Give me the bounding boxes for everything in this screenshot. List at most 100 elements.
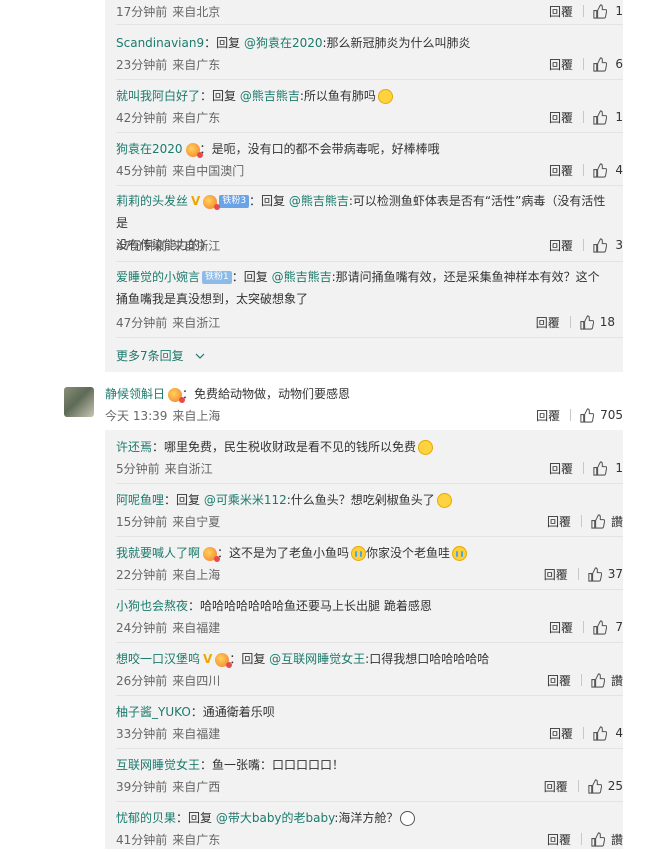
- comment-meta: 今天 13:39 来自上海: [105, 407, 220, 424]
- reply-body-cont: 你家没个老鱼哇: [366, 546, 451, 560]
- verified-v-icon: V: [191, 194, 201, 208]
- reply-button[interactable]: 回覆: [544, 778, 568, 795]
- reply-button[interactable]: 回覆: [536, 314, 560, 331]
- reply-author[interactable]: 柚子酱_YUKO: [116, 705, 191, 719]
- reply-divider: [116, 79, 623, 80]
- reply-item: 爱睡觉的小婉言 铁粉1 ：回复 @熊吉熊吉:那请问捅鱼嘴有效，还是采集鱼神样本有效？…: [116, 266, 623, 334]
- reply-author[interactable]: Scandinavian9: [116, 36, 204, 50]
- thumbs-up-icon[interactable]: [592, 109, 607, 125]
- reply-button[interactable]: 回覆: [549, 109, 573, 126]
- reply-author[interactable]: 小狗也会熬夜: [116, 599, 188, 613]
- reply-text: 阿呢鱼哩：回复 @可乘米米112:什么鱼头？想吃剁椒鱼头了: [116, 489, 616, 511]
- reply-author[interactable]: 狗袁在2020: [116, 142, 183, 156]
- reply-meta: 45分钟前 来自中国澳门: [116, 162, 244, 179]
- reply-button[interactable]: 回覆: [536, 407, 560, 424]
- mention-link[interactable]: @熊吉熊吉: [272, 270, 332, 284]
- reply-author[interactable]: 阿呢鱼哩: [116, 493, 164, 507]
- like-count: 6: [615, 57, 623, 71]
- reply-button[interactable]: 回覆: [549, 460, 573, 477]
- reply-meta: 23分钟前 来自广东: [116, 56, 220, 73]
- mention-link[interactable]: @带大baby的老baby: [216, 811, 335, 825]
- comment-author[interactable]: 静候领斛日: [105, 387, 165, 401]
- mention-link[interactable]: @可乘米米112: [204, 493, 287, 507]
- reply-actions: 回覆 讚: [547, 829, 623, 849]
- reply-button[interactable]: 回覆: [544, 566, 568, 583]
- reply-button[interactable]: 回覆: [549, 725, 573, 742]
- drool-emoji-icon: [436, 493, 452, 508]
- reply-actions: 回覆 18: [536, 312, 615, 332]
- reply-button[interactable]: 回覆: [547, 513, 571, 530]
- thumbs-up-icon[interactable]: [590, 513, 605, 529]
- mention-link[interactable]: @狗袁在2020: [244, 36, 323, 50]
- thumbs-up-icon[interactable]: [592, 725, 607, 741]
- comment-location: 来自上海: [172, 409, 221, 423]
- reply-author[interactable]: 爱睡觉的小婉言: [116, 270, 200, 284]
- reply-prefix: ：: [188, 599, 201, 613]
- reply-item: Scandinavian9：回复 @狗袁在2020:那么新冠肺炎为什么叫肺炎 2…: [116, 32, 623, 76]
- reply-author[interactable]: 莉莉的头发丝: [116, 194, 188, 208]
- more-replies-label: 更多7条回复: [116, 349, 184, 363]
- medal-badge-icon: [203, 546, 221, 562]
- thumbs-up-icon[interactable]: [590, 831, 605, 847]
- reply-button[interactable]: 回覆: [549, 3, 573, 20]
- like-count: 4: [615, 163, 623, 177]
- thumbs-up-icon[interactable]: [592, 56, 607, 72]
- reply-body: :那请问捅鱼嘴有效，还是采集鱼神样本有效？这个: [331, 270, 600, 284]
- reply-divider: [116, 748, 623, 749]
- mention-link[interactable]: @熊吉熊吉: [289, 194, 349, 208]
- thumbs-up-icon[interactable]: [592, 619, 607, 635]
- like-count: 1: [615, 461, 623, 475]
- medal-badge-icon: [168, 387, 186, 403]
- reply-time: 15分钟前: [116, 515, 168, 529]
- reply-author[interactable]: 忧郁的贝果: [116, 811, 176, 825]
- thumbs-up-icon[interactable]: [592, 460, 607, 476]
- reply-button[interactable]: 回覆: [547, 831, 571, 848]
- comment-text: 静候领斛日 ：免费給动物做，动物们要感恩: [105, 383, 615, 405]
- thumbs-up-icon[interactable]: [590, 672, 605, 688]
- mention-link[interactable]: @熊吉熊吉: [240, 89, 300, 103]
- reply-button[interactable]: 回覆: [549, 619, 573, 636]
- thumbs-up-icon[interactable]: [579, 407, 595, 423]
- mention-link[interactable]: @互联网睡觉女王: [269, 652, 365, 666]
- reply-body: :那么新冠肺炎为什么叫肺炎: [322, 36, 471, 50]
- reply-prefix: ：回复: [249, 194, 289, 208]
- reply-location: 来自广东: [172, 111, 221, 125]
- thumbs-up-icon[interactable]: [587, 566, 602, 582]
- reply-text: 狗袁在2020 ：是呃，没有口的都不会带病毒呢，好棒棒哦: [116, 138, 616, 160]
- reply-button[interactable]: 回覆: [549, 56, 573, 73]
- action-divider: [583, 111, 584, 123]
- reply-divider: [116, 185, 623, 186]
- thumbs-up-icon[interactable]: [592, 162, 607, 178]
- reply-meta: 33分钟前 来自福建: [116, 725, 220, 742]
- reply-actions: 回覆 7: [549, 617, 623, 637]
- avatar[interactable]: [64, 387, 94, 417]
- thumbs-up-icon[interactable]: [587, 778, 602, 794]
- thumbs-up-icon[interactable]: [592, 237, 607, 253]
- main-comment: 静候领斛日 ：免费給动物做，动物们要感恩 今天 13:39 来自上海 回覆 705: [105, 383, 623, 427]
- reply-button[interactable]: 回覆: [547, 672, 571, 689]
- reply-author[interactable]: 我就要喊人了啊: [116, 546, 200, 560]
- reply-text: 忧郁的贝果：回复 @带大baby的老baby:海洋方舱？: [116, 807, 616, 829]
- like-count: 讚: [610, 673, 623, 688]
- reply-actions: 回覆 讚: [547, 511, 623, 531]
- reply-time: 47分钟前: [116, 239, 168, 253]
- reply-author[interactable]: 就叫我阿白好了: [116, 89, 200, 103]
- thumbs-up-icon[interactable]: [592, 3, 607, 19]
- fans-level-badge: 铁粉3: [219, 195, 250, 208]
- medal-badge-icon: [215, 652, 233, 668]
- verified-v-icon: V: [203, 652, 213, 666]
- reply-location: 来自广西: [172, 780, 221, 794]
- reply-button[interactable]: 回覆: [549, 237, 573, 254]
- reply-prefix: ：回复: [200, 89, 240, 103]
- crying-emoji-icon: [351, 546, 367, 561]
- reply-author[interactable]: 许还焉: [116, 440, 152, 454]
- thumbs-up-icon[interactable]: [579, 314, 594, 330]
- more-replies-link[interactable]: 更多7条回复: [116, 347, 205, 364]
- reply-prefix: ：回复: [176, 811, 216, 825]
- reply-author[interactable]: 互联网睡觉女王: [116, 758, 200, 772]
- reply-author[interactable]: 想咬一口汉堡呜: [116, 652, 200, 666]
- reply-button[interactable]: 回覆: [549, 162, 573, 179]
- reply-prefix: ：: [152, 440, 165, 454]
- reply-actions: 回覆 1: [549, 1, 623, 21]
- reply-location: 来自福建: [172, 621, 221, 635]
